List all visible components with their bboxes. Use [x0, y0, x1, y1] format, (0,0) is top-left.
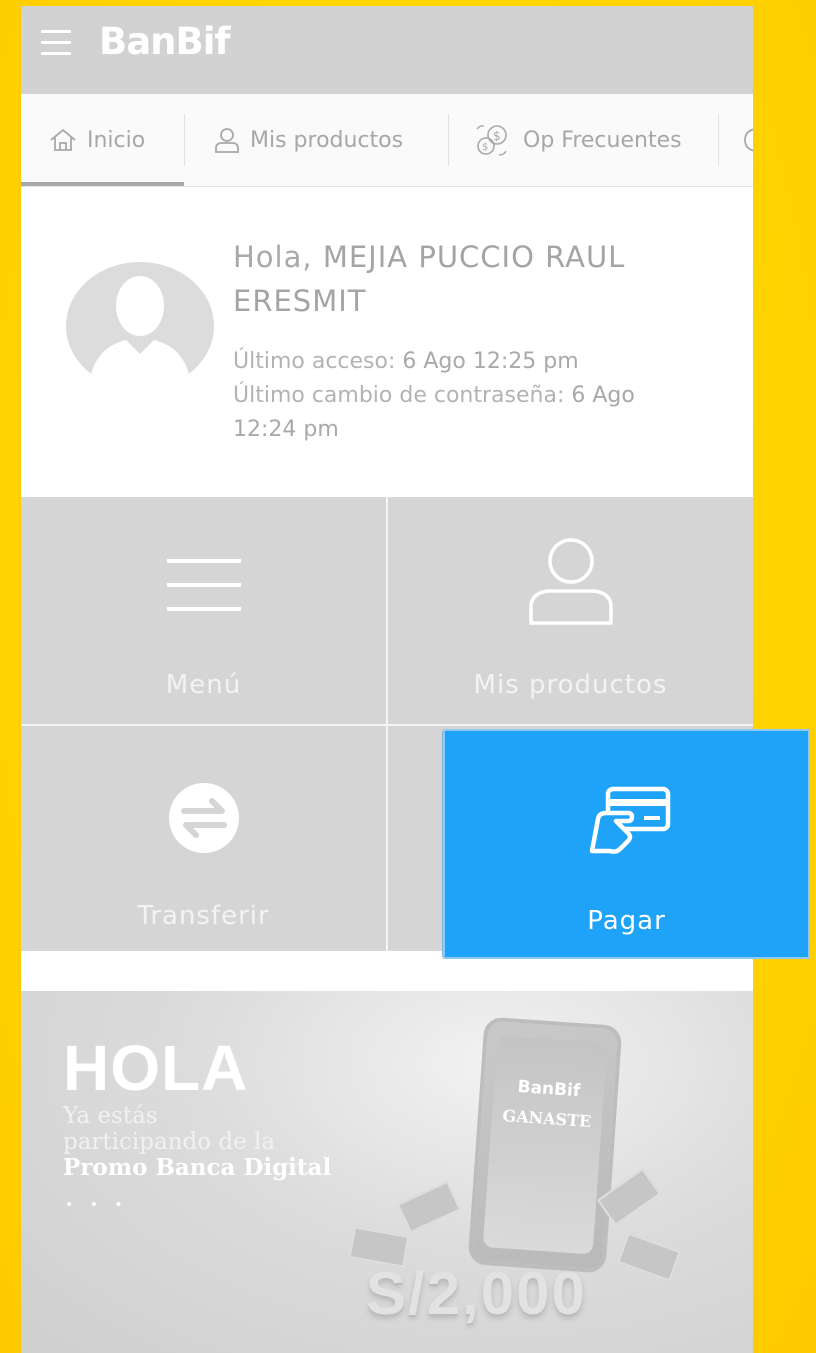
active-tab-indicator: [21, 182, 184, 186]
promo-phone-text: GANASTE: [501, 1105, 592, 1132]
promo-banner[interactable]: HOLA Ya estás participando de la Promo B…: [21, 991, 753, 1353]
partial-icon: [744, 128, 753, 152]
menu-tile-label: Menú: [165, 670, 242, 700]
tab-inicio[interactable]: Inicio: [49, 94, 145, 186]
mis-productos-tile[interactable]: Mis productos: [388, 497, 753, 724]
user-icon: [529, 538, 613, 625]
banbif-logo: BanBif: [99, 20, 230, 63]
svg-text:$: $: [493, 129, 501, 143]
welcome-card: Hola, MEJIA PUCCIO RAUL ERESMIT Último a…: [21, 187, 753, 497]
menu-icon: [167, 559, 241, 611]
hamburger-menu-icon[interactable]: [41, 30, 71, 56]
tab-partial[interactable]: [743, 94, 753, 186]
promo-text: Ya estás participando de la Promo Banca …: [63, 1103, 403, 1181]
pagar-button[interactable]: Pagar: [445, 731, 808, 957]
money-bill-icon: [617, 1232, 681, 1282]
promo-line1: Ya estás: [63, 1103, 158, 1129]
last-access-label: Último acceso:: [233, 349, 396, 374]
menu-tile[interactable]: Menú: [21, 497, 386, 724]
section-spacer: [21, 951, 753, 991]
promo-phone-screen: BanBif GANASTE: [482, 1035, 608, 1255]
last-password-label: Último cambio de contraseña:: [233, 383, 565, 408]
greeting: Hola, MEJIA PUCCIO RAUL ERESMIT: [233, 235, 703, 323]
mis-productos-tile-label: Mis productos: [473, 670, 668, 700]
promo-phone-image: BanBif GANASTE: [467, 1016, 623, 1274]
user-name-line1: MEJIA PUCCIO RAUL: [322, 240, 626, 274]
tab-op-frecuentes-label: Op Frecuentes: [523, 127, 682, 153]
home-icon: [50, 128, 76, 151]
transfer-icon: [169, 783, 239, 853]
top-tabs: Inicio Mis productos $ $ Op Frecuentes: [21, 94, 753, 187]
promo-phone-logo: BanBif: [516, 1076, 581, 1102]
user-name-line2: ERESMIT: [233, 284, 367, 318]
promo-line2: participando de la: [63, 1129, 276, 1155]
avatar-silhouette-icon: [88, 276, 192, 390]
tab-mis-productos[interactable]: Mis productos: [214, 94, 403, 186]
tab-inicio-label: Inicio: [87, 127, 146, 153]
coins-icon: $$: [476, 125, 507, 156]
pagar-button-label: Pagar: [587, 906, 666, 936]
promo-line3: Promo Banca Digital: [63, 1154, 332, 1181]
money-bill-icon: [396, 1180, 462, 1234]
transferir-tile-label: Transferir: [137, 901, 270, 931]
last-access-value: 6 Ago 12:25 pm: [402, 349, 579, 374]
greeting-prefix: Hola,: [233, 240, 313, 274]
card-payment-icon: [589, 786, 671, 854]
avatar: [66, 262, 214, 390]
transferir-tile[interactable]: Transferir: [21, 726, 386, 951]
promo-amount: S/2,000: [366, 1260, 587, 1327]
promo-dots: • • •: [65, 1197, 129, 1213]
svg-text:$: $: [482, 142, 488, 153]
promo-title: HOLA: [63, 1032, 249, 1104]
tab-mis-productos-label: Mis productos: [250, 127, 404, 153]
access-info: Último acceso: 6 Ago 12:25 pm Último cam…: [233, 345, 703, 447]
app-screen: BanBif Inicio Mis productos $ $ Op Frecue…: [21, 6, 753, 1353]
tab-op-frecuentes[interactable]: $ $ Op Frecuentes: [473, 94, 682, 186]
tile-divider-horizontal: [21, 724, 753, 726]
user-icon: [215, 128, 239, 153]
app-header: BanBif: [21, 6, 753, 94]
